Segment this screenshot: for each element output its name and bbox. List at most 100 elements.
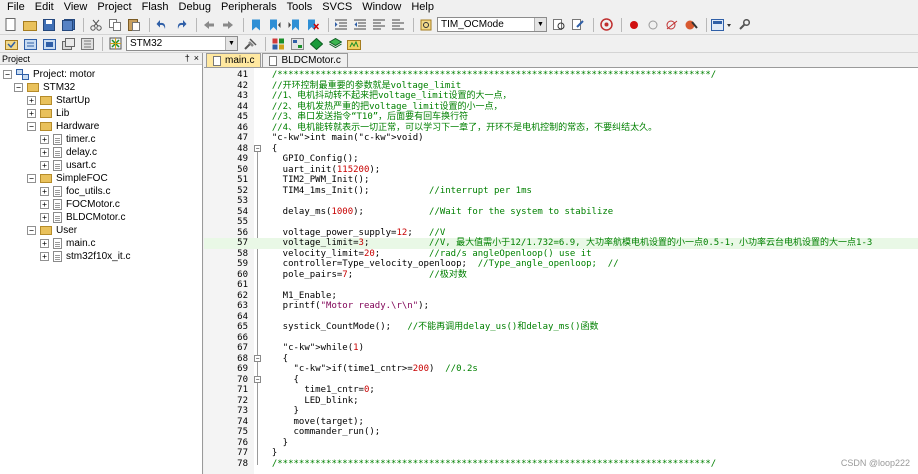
code-line[interactable]: 42 //开环控制最重要的参数就是voltage_limit [204, 81, 918, 92]
build-target-combo[interactable]: STM32 ▼ [126, 36, 238, 51]
stop-build-icon[interactable] [79, 36, 95, 51]
next-bookmark-icon[interactable] [286, 17, 302, 32]
new-file-icon[interactable] [3, 17, 19, 32]
manage-rte-icon[interactable] [289, 36, 305, 51]
collapse-icon[interactable]: − [3, 70, 12, 79]
fold-toggle-icon[interactable]: − [254, 144, 261, 152]
code-line[interactable]: 57 voltage_limit=3; //V, 最大值需小于12/1.732=… [204, 238, 918, 249]
expand-icon[interactable]: + [40, 213, 49, 222]
menu-window[interactable]: Window [357, 0, 406, 15]
expand-icon[interactable]: + [40, 187, 49, 196]
fold-toggle-icon[interactable]: − [254, 375, 261, 383]
expand-icon[interactable]: + [27, 109, 36, 118]
configure-icon[interactable] [736, 17, 752, 32]
replace-icon[interactable] [570, 17, 586, 32]
code-line[interactable]: 65 systick_CountMode(); //不能再调用delay_us(… [204, 322, 918, 333]
nav-back-icon[interactable] [201, 17, 217, 32]
prev-bookmark-icon[interactable] [267, 17, 283, 32]
menu-flash[interactable]: Flash [137, 0, 174, 15]
expand-icon[interactable]: + [40, 239, 49, 248]
save-all-icon[interactable] [60, 17, 76, 32]
tree-group-lib[interactable]: + Lib [27, 107, 69, 120]
paste-icon[interactable] [126, 17, 142, 32]
tree-file-main[interactable]: + main.c [40, 237, 95, 250]
tree-file-timer[interactable]: + timer.c [40, 133, 95, 146]
code-line[interactable]: 53 [204, 196, 918, 207]
code-line[interactable]: 72 LED_blink; [204, 396, 918, 407]
pack-installer-icon[interactable] [308, 36, 324, 51]
code-editor[interactable]: 41 /************************************… [204, 68, 918, 474]
expand-icon[interactable]: + [40, 200, 49, 209]
tree-file-foc-utils[interactable]: + foc_utils.c [40, 185, 110, 198]
tree-group-user[interactable]: − User [27, 224, 77, 237]
breakpoint-kill-all-icon[interactable] [683, 17, 699, 32]
code-line[interactable]: 60 pole_pairs=7; //极对数 [204, 270, 918, 281]
run-time-env-icon[interactable] [346, 36, 362, 51]
code-line[interactable]: 51 TIM2_PWM_Init(); [204, 175, 918, 186]
expand-icon[interactable]: + [40, 161, 49, 170]
save-icon[interactable] [41, 17, 57, 32]
code-line[interactable]: 75 commander_run(); [204, 427, 918, 438]
code-line[interactable]: 71 time1_cntr=0; [204, 385, 918, 396]
find-icon[interactable] [551, 17, 567, 32]
cut-icon[interactable] [88, 17, 104, 32]
window-layout-icon[interactable] [711, 17, 733, 32]
comment-icon[interactable] [371, 17, 387, 32]
code-line[interactable]: 44 //2、电机发热严重的把voltage_limit设置的小一点， [204, 102, 918, 113]
code-line[interactable]: 50 uart_init(115200); [204, 165, 918, 176]
bookmark-icon[interactable] [248, 17, 264, 32]
expand-icon[interactable]: + [27, 96, 36, 105]
collapse-icon[interactable]: − [14, 83, 23, 92]
code-line[interactable]: 55 [204, 217, 918, 228]
code-line[interactable]: 46 //4、电机能转就表示一切正常，可以学习下一章了，开环不是电机控制的常态，… [204, 123, 918, 134]
menu-view[interactable]: View [59, 0, 93, 15]
batch-build-icon[interactable] [60, 36, 76, 51]
file-extensions-icon[interactable] [270, 36, 286, 51]
tree-file-usart[interactable]: + usart.c [40, 159, 96, 172]
select-pack-icon[interactable] [327, 36, 343, 51]
target-options-icon[interactable] [242, 36, 258, 51]
code-line[interactable]: 58 velocity_limit=20; //rad/s angleOpenl… [204, 249, 918, 260]
pin-icon[interactable]: † [185, 53, 190, 63]
code-line[interactable]: 45 //3、串口发送指令“T10”，后面要有回车换行符 [204, 112, 918, 123]
expand-icon[interactable]: + [40, 148, 49, 157]
code-line[interactable]: 76 } [204, 438, 918, 449]
indent-icon[interactable] [333, 17, 349, 32]
tab-bldcmotor-c[interactable]: BLDCMotor.c [262, 53, 348, 67]
collapse-icon[interactable]: − [27, 122, 36, 131]
chevron-down-icon[interactable]: ▼ [225, 37, 237, 50]
tree-file-bldcmotor[interactable]: + BLDCMotor.c [40, 211, 125, 224]
breakpoint-icon[interactable] [626, 17, 642, 32]
code-line[interactable]: 59 controller=Type_velocity_openloop; //… [204, 259, 918, 270]
code-line[interactable]: 56 voltage_power_supply=12; //V [204, 228, 918, 239]
code-line[interactable]: 66 [204, 333, 918, 344]
tree-root[interactable]: − Project: motor [3, 68, 95, 81]
code-line[interactable]: 54 delay_ms(1000); //Wait for the system… [204, 207, 918, 218]
menu-svcs[interactable]: SVCS [317, 0, 357, 15]
code-line[interactable]: 63 printf("Motor ready.\r\n"); [204, 301, 918, 312]
menu-help[interactable]: Help [406, 0, 439, 15]
menu-debug[interactable]: Debug [174, 0, 216, 15]
copy-icon[interactable] [107, 17, 123, 32]
code-line[interactable]: 47 "c-kw">int main("c-kw">void) [204, 133, 918, 144]
code-line[interactable]: 61 [204, 280, 918, 291]
collapse-icon[interactable]: − [27, 174, 36, 183]
code-line[interactable]: 78 /************************************… [204, 459, 918, 470]
code-line[interactable]: 49 GPIO_Config(); [204, 154, 918, 165]
clear-bookmarks-icon[interactable] [305, 17, 321, 32]
breakpoint-disable-all-icon[interactable] [664, 17, 680, 32]
translate-icon[interactable] [3, 36, 19, 51]
open-file-icon[interactable] [22, 17, 38, 32]
menu-file[interactable]: File [2, 0, 30, 15]
tree-group-hardware[interactable]: − Hardware [27, 120, 99, 133]
debug-session-icon[interactable] [598, 17, 614, 32]
breakpoint-disable-icon[interactable] [645, 17, 661, 32]
download-icon[interactable] [107, 36, 123, 51]
find-in-files-icon[interactable] [418, 17, 434, 32]
tree-target[interactable]: − STM32 [14, 81, 75, 94]
collapse-icon[interactable]: − [27, 226, 36, 235]
code-line[interactable]: 52 TIM4_1ms_Init(); //interrupt per 1ms [204, 186, 918, 197]
tree-group-simplefoc[interactable]: − SimpleFOC [27, 172, 108, 185]
code-line[interactable]: 73 } [204, 406, 918, 417]
tab-main-c[interactable]: main.c [206, 53, 262, 67]
